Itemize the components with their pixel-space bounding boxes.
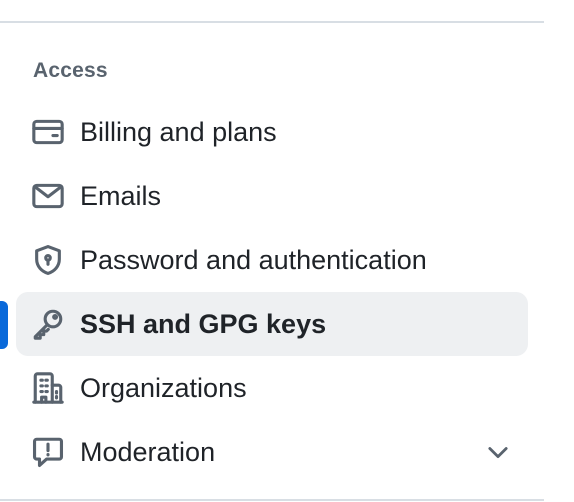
chevron-down-icon[interactable] (484, 438, 512, 466)
sidebar-item-moderation[interactable]: Moderation (16, 420, 528, 484)
sidebar-item-label: Moderation (80, 437, 216, 467)
sidebar-item-label: SSH and GPG keys (80, 309, 327, 339)
mail-icon (30, 178, 66, 214)
organization-icon (30, 370, 66, 406)
shield-lock-icon (30, 242, 66, 278)
sidebar-item-ssh-gpg-keys[interactable]: SSH and GPG keys (16, 292, 528, 356)
report-icon (30, 434, 66, 470)
credit-card-icon (30, 114, 66, 150)
sidebar-item-label: Emails (80, 181, 162, 211)
bottom-divider (0, 499, 544, 501)
top-divider (0, 21, 544, 23)
sidebar-item-label: Password and authentication (80, 245, 427, 275)
sidebar-item-label: Billing and plans (80, 117, 277, 147)
sidebar-item-billing[interactable]: Billing and plans (16, 100, 528, 164)
sidebar-item-label: Organizations (80, 373, 247, 403)
sidebar-item-organizations[interactable]: Organizations (16, 356, 528, 420)
key-icon (30, 306, 66, 342)
section-heading-access: Access (33, 59, 108, 82)
active-indicator (0, 301, 8, 349)
sidebar-item-password-authentication[interactable]: Password and authentication (16, 228, 528, 292)
sidebar-item-emails[interactable]: Emails (16, 164, 528, 228)
